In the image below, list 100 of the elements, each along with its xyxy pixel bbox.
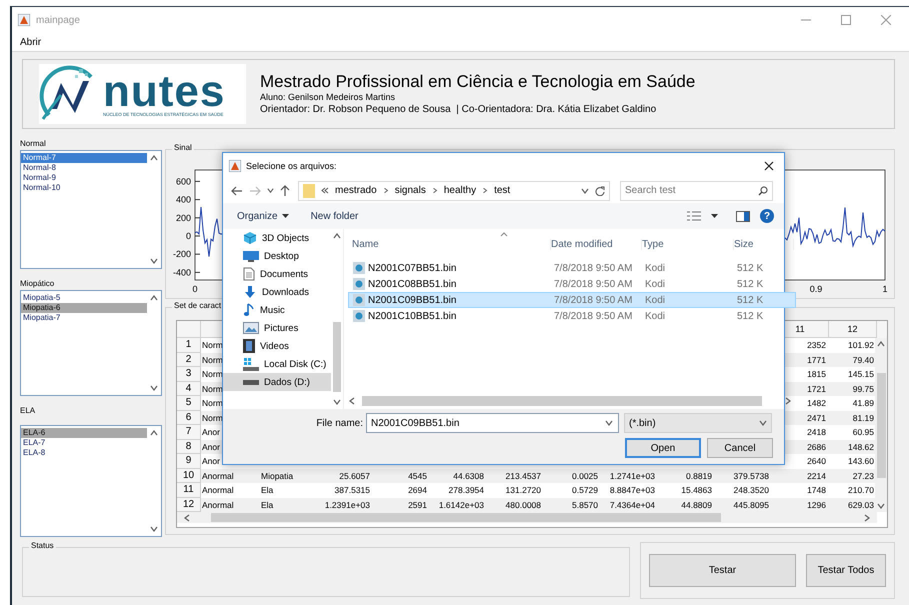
close-icon[interactable] [764, 160, 774, 170]
address-bar[interactable]: mestrado signals healthy test [298, 180, 610, 200]
list-item[interactable]: ELA-6 [21, 428, 147, 438]
back-arrow-icon[interactable] [231, 186, 243, 196]
listbox[interactable]: ELA-6 ELA-7 ELA-8 [20, 424, 162, 537]
scroll-down-icon[interactable] [150, 524, 158, 533]
table-cell: 4545 [408, 470, 427, 480]
nav-item[interactable]: Pictures [223, 319, 331, 337]
refresh-icon[interactable] [595, 186, 605, 196]
table-cell: 145.15 [848, 369, 874, 379]
file-row[interactable]: N2001C07BB51.bin 7/8/2018 9:50 AM Kodi 512 K [348, 260, 796, 276]
list-item[interactable]: Miopatia-6 [21, 302, 147, 313]
table-cell: 25.6057 [339, 470, 370, 480]
table-cell: 99.75 [852, 384, 874, 394]
list-item[interactable]: ELA-7 [21, 438, 147, 448]
test-button[interactable]: Testar [649, 554, 796, 587]
file-name-field[interactable]: N2001C09BB51.bin [366, 413, 619, 433]
table-cell: Norm [202, 354, 223, 364]
vertical-scrollbar[interactable] [875, 338, 887, 512]
view-options-icon[interactable] [687, 211, 701, 221]
list-item[interactable]: Miopatia-7 [21, 312, 147, 323]
up-arrow-icon[interactable] [280, 184, 290, 196]
table-cell: 2214 [807, 470, 826, 480]
breadcrumb[interactable]: healthy [444, 185, 476, 196]
scroll-up-icon[interactable] [333, 232, 341, 240]
list-item[interactable]: ELA-8 [21, 448, 147, 458]
chevron-icon[interactable] [382, 187, 389, 194]
breadcrumb[interactable]: signals [394, 185, 426, 196]
row-number: 9 [177, 454, 201, 468]
monitor-icon [243, 250, 259, 262]
nav-item[interactable]: Documents [223, 265, 331, 283]
file-icon [353, 310, 365, 322]
table-cell: 79.40 [852, 354, 874, 364]
menu-item[interactable]: Abrir [20, 36, 42, 48]
nav-item[interactable]: Downloads [223, 283, 331, 301]
caret-icon[interactable] [759, 419, 767, 427]
breadcrumb[interactable]: test [494, 185, 510, 196]
chevron-icon[interactable] [482, 187, 488, 194]
column-header[interactable]: Size [734, 239, 794, 250]
listbox[interactable]: Miopatia-5 Miopatia-6 Miopatia-7 [20, 290, 162, 396]
dialog-button[interactable]: Open [625, 438, 701, 458]
maximize-icon[interactable] [841, 15, 851, 25]
scroll-down-icon[interactable] [150, 256, 158, 265]
scroll-up-icon[interactable] [150, 154, 158, 162]
dialog-title: Selecione os arquivos: [246, 160, 337, 170]
dialog-button[interactable]: Cancel [707, 438, 773, 458]
listbox[interactable]: Normal-7 Normal-8 Normal-9 Normal-10 [20, 150, 162, 269]
table-cell: 0.8819 [686, 470, 712, 480]
test-button[interactable]: Testar Todos [806, 554, 886, 587]
caret-icon[interactable] [581, 186, 589, 194]
scroll-down-icon[interactable] [333, 398, 341, 406]
column-header[interactable]: Type [642, 239, 734, 250]
file-row[interactable]: N2001C10BB51.bin 7/8/2018 9:50 AM Kodi 512 K [348, 308, 796, 324]
search-field[interactable]: Search test [620, 180, 773, 200]
list-item[interactable]: Normal-7 [21, 152, 147, 163]
table-cell: Miopatia [261, 470, 294, 480]
preview-pane-icon[interactable] [736, 210, 750, 222]
file-type-dropdown[interactable]: (*.bin) [624, 413, 772, 433]
help-button[interactable]: ? [760, 209, 774, 223]
caret-icon[interactable] [711, 214, 718, 218]
list-item[interactable]: Normal-8 [21, 162, 147, 173]
list-item[interactable]: Normal-9 [21, 172, 147, 183]
scroll-up-icon[interactable] [150, 428, 158, 437]
file-row[interactable]: N2001C08BB51.bin 7/8/2018 9:50 AM Kodi 512 K [348, 276, 796, 292]
table-cell: 44.8809 [681, 500, 712, 510]
column-header[interactable]: Name [352, 239, 551, 250]
scroll-down-icon[interactable] [877, 502, 885, 510]
nav-item[interactable]: 3D Objects [223, 229, 331, 247]
scroll-down-icon[interactable] [150, 384, 158, 392]
list-item[interactable]: Miopatia-5 [21, 292, 147, 303]
breadcrumb[interactable]: mestrado [335, 185, 377, 196]
chevron-icon[interactable] [432, 187, 438, 194]
nav-item[interactable]: Dados (D:) [223, 373, 331, 391]
table-cell: 0.5729 [572, 485, 598, 495]
y-tick-label: 200 [176, 212, 191, 223]
caret-icon[interactable] [267, 187, 274, 194]
nav-item[interactable]: Local Disk (C:) [223, 355, 331, 373]
caret-icon[interactable] [605, 419, 613, 427]
advisors-text: Orientador: Dr. Robson Pequeno de Sousa | Co-Orientadora: Dra. Kátia Elizabet Galdino [260, 103, 658, 116]
column-header[interactable]: Date modified [551, 239, 642, 250]
table-cell: Anormal [202, 500, 234, 510]
scroll-up-icon[interactable] [877, 340, 885, 348]
list-item[interactable]: Normal-10 [21, 182, 147, 193]
nav-item[interactable]: Music [223, 301, 331, 319]
double-chevron-icon [321, 187, 329, 194]
table-cell: Anor [202, 456, 220, 466]
scroll-right-icon[interactable] [863, 514, 871, 522]
scroll-left-icon[interactable] [348, 396, 356, 404]
nav-item[interactable]: Videos [223, 337, 331, 355]
scroll-up-icon[interactable] [150, 294, 158, 302]
scroll-right-icon[interactable] [784, 396, 792, 404]
table-cell: Anor [202, 442, 220, 452]
nav-item[interactable]: Desktop [223, 247, 331, 265]
scroll-left-icon[interactable] [183, 514, 191, 522]
column-header[interactable]: 12 [829, 321, 877, 338]
organize-button[interactable]: Organize [237, 210, 289, 222]
file-row[interactable]: N2001C09BB51.bin 7/8/2018 9:50 AM Kodi 512 K [348, 292, 796, 308]
new-folder-button[interactable]: New folder [310, 210, 358, 222]
table-cell: 41.89 [852, 398, 874, 408]
horizontal-scrollbar[interactable] [177, 512, 877, 523]
